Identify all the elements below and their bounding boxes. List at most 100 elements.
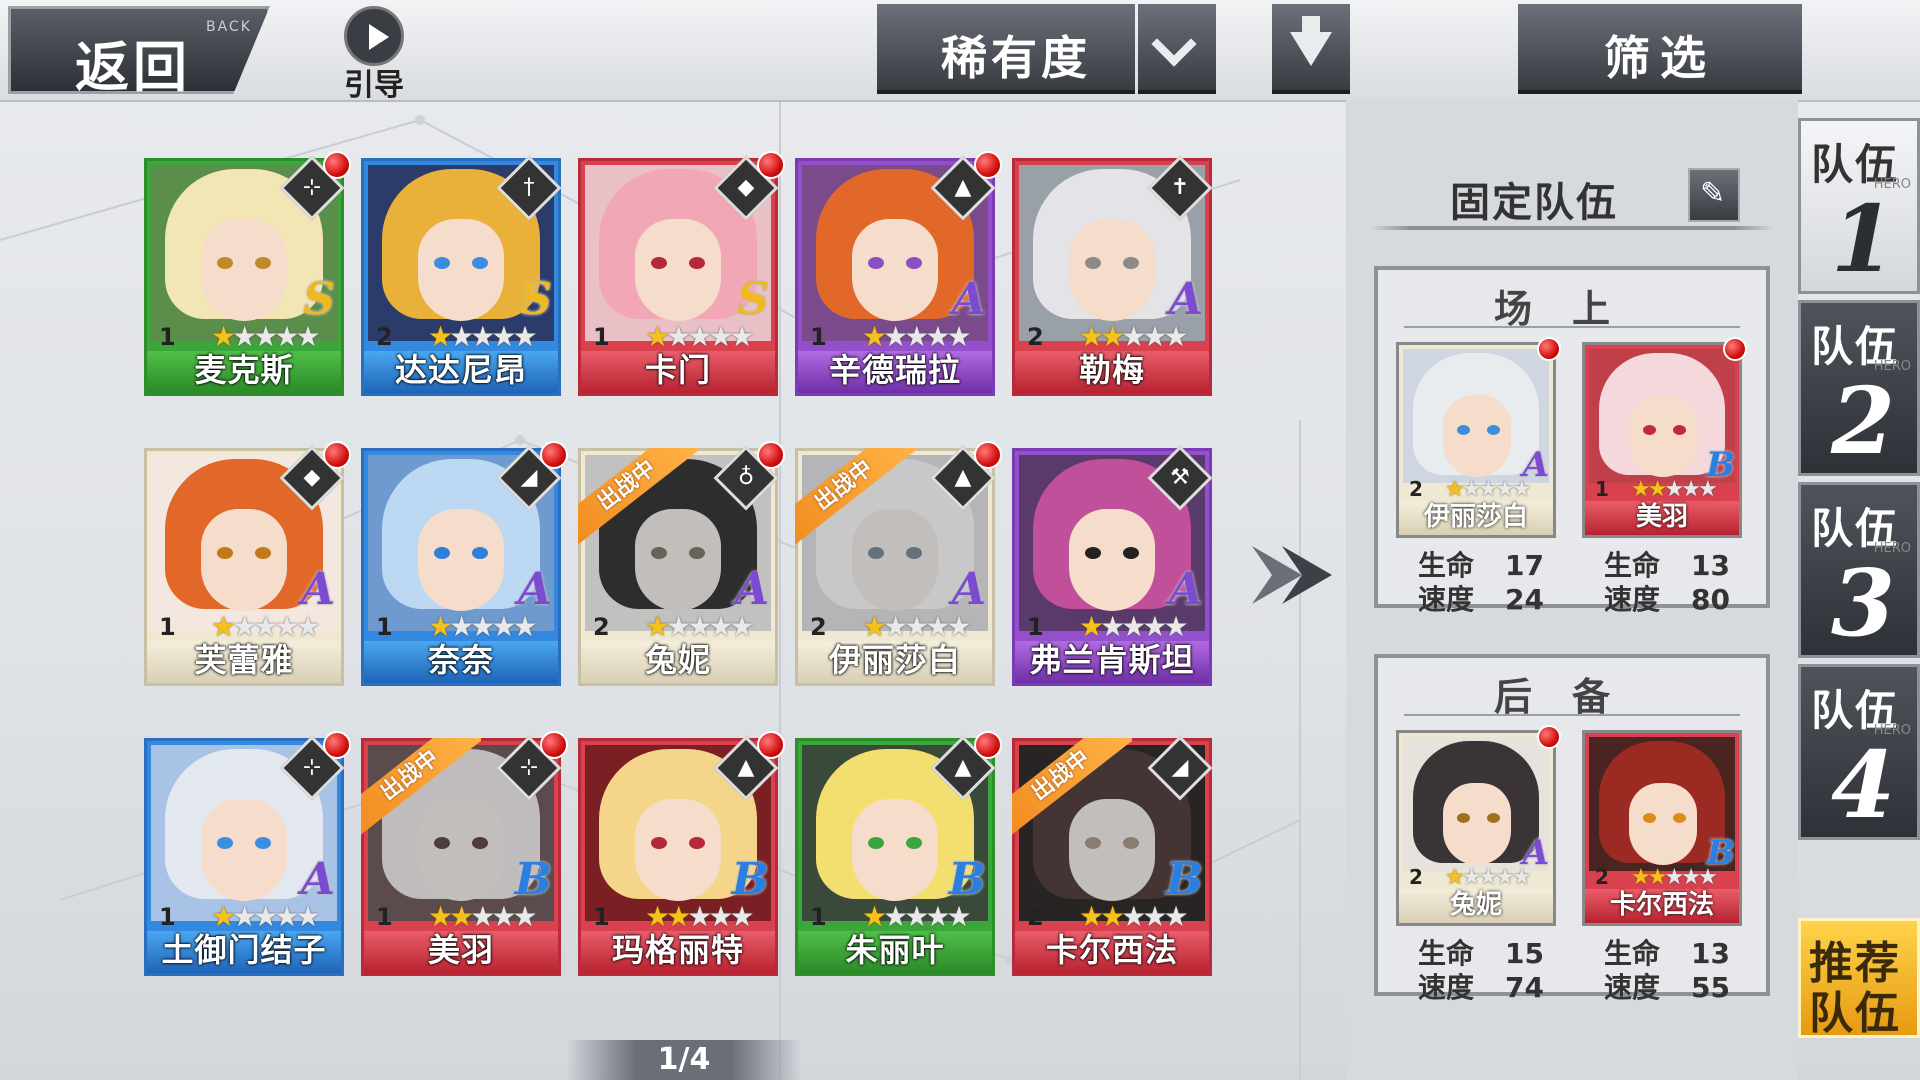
hero-card[interactable]: ⊹ B 1 ★★★★★ 美羽 出战中 — [361, 731, 568, 976]
hero-name: 奈奈 — [427, 641, 494, 679]
hero-name: 玛格丽特 — [611, 931, 744, 969]
pencil-icon: ✎ — [1700, 176, 1726, 211]
tab-number: 3 — [1831, 549, 1896, 657]
hero-name: 卡尔西法 — [1609, 890, 1714, 920]
hero-name: 美羽 — [1635, 502, 1688, 532]
hero-card[interactable]: ◢ B 2 ★★★★★ 卡尔西法 出战中 — [1012, 735, 1213, 976]
speed-stat: 速度 80 — [1604, 583, 1730, 616]
notification-dot-icon — [757, 441, 785, 469]
deployed-ribbon: 出战中 — [578, 448, 698, 568]
notification-dot-icon — [757, 151, 785, 179]
arrow-down-icon — [1302, 16, 1320, 32]
panel-title: 固定队伍 — [1450, 180, 1618, 226]
hero-name: 卡尔西法 — [1045, 931, 1178, 969]
reserve-box: 后备 A 2 ★★★★★ 兔妮 生命 15 速度 74 B 2 ★★★★★ 卡尔西法 生命 13 速度 55 — [1374, 654, 1770, 1004]
hero-name: 伊丽莎白 — [828, 641, 961, 679]
team-tab-2[interactable]: 队伍 HERO 2 — [1798, 300, 1920, 476]
team-member-card[interactable]: B 2 ★★★★★ 卡尔西法 — [1582, 730, 1742, 926]
sort-label: 稀有度 — [941, 31, 1091, 85]
grade-badge: A — [517, 564, 552, 615]
hero-card[interactable]: ◆ S 1 ★★★★★ 卡门 — [578, 151, 785, 396]
hero-card[interactable]: ⊹ S 1 ★★★★★ 麦克斯 — [144, 151, 351, 396]
page-indicator: 1/4 — [566, 1040, 802, 1080]
hero-name: 朱丽叶 — [845, 931, 945, 969]
grade-badge: A — [300, 854, 335, 905]
hero-name: 土御门结子 — [161, 931, 327, 969]
hero-name: 伊丽莎白 — [1423, 502, 1528, 532]
back-label: 返回 — [75, 36, 191, 99]
grade-badge: A — [951, 564, 986, 615]
speed-stat: 速度 55 — [1604, 971, 1730, 1004]
grade-badge: A — [1168, 564, 1203, 615]
hero-name: 兔妮 — [644, 641, 711, 679]
play-icon — [344, 6, 404, 66]
edit-team-button[interactable]: ✎ — [1688, 168, 1740, 222]
grade-badge: A — [300, 564, 335, 615]
team-tab-3[interactable]: 队伍 HERO 3 — [1798, 482, 1920, 658]
tab-number: 1 — [1831, 185, 1896, 293]
panel-divider — [1370, 226, 1774, 230]
sort-order-button[interactable] — [1272, 4, 1350, 94]
notification-dot-icon — [1537, 337, 1561, 361]
hero-card[interactable]: ▲ A 1 ★★★★★ 辛德瑞拉 — [795, 151, 1002, 396]
team-member-card[interactable]: A 2 ★★★★★ 兔妮 — [1396, 725, 1561, 926]
grade-badge: S — [520, 274, 552, 325]
back-sublabel: BACK — [206, 19, 252, 35]
hero-card[interactable]: ▲ A 2 ★★★★★ 伊丽莎白 出战中 — [795, 441, 1002, 686]
speed-stat: 速度 24 — [1418, 583, 1544, 616]
hero-name: 麦克斯 — [194, 351, 294, 389]
guide-label: 引导 — [344, 68, 404, 103]
onfield-title: 场上 — [1493, 287, 1650, 331]
grade-badge: S — [303, 274, 335, 325]
notification-dot-icon — [974, 441, 1002, 469]
top-bar: 返回 BACK 引导 稀有度 筛选 — [0, 0, 1920, 103]
transfer-arrow-icon — [1252, 546, 1332, 604]
notification-dot-icon — [757, 731, 785, 759]
notification-dot-icon — [323, 731, 351, 759]
hero-card[interactable]: ◆ A 1 ★★★★★ 芙蕾雅 — [144, 441, 351, 686]
hero-card[interactable]: ▲ B 1 ★★★★★ 朱丽叶 — [795, 731, 1002, 976]
notification-dot-icon — [323, 441, 351, 469]
hero-name: 芙蕾雅 — [194, 641, 294, 679]
team-tab-4[interactable]: 队伍 HERO 4 — [1798, 664, 1920, 840]
grade-badge: B — [514, 854, 552, 905]
filter-button[interactable]: 筛选 — [1518, 4, 1802, 94]
hero-name: 卡门 — [644, 351, 711, 389]
recommend-label-2: 队伍 — [1809, 988, 1901, 1039]
deployed-ribbon: 出战中 — [1012, 738, 1132, 858]
notification-dot-icon — [974, 151, 1002, 179]
notification-dot-icon — [540, 441, 568, 469]
hero-card[interactable]: ▲ B 1 ★★★★★ 玛格丽特 — [578, 731, 785, 976]
filter-label: 筛选 — [1604, 31, 1716, 85]
chevron-down-icon — [1151, 21, 1197, 67]
hero-card[interactable]: ⚒ A 1 ★★★★★ 弗兰肯斯坦 — [1012, 445, 1213, 686]
team-member-card[interactable]: A 2 ★★★★★ 伊丽莎白 — [1396, 337, 1561, 538]
hero-name: 美羽 — [427, 931, 494, 969]
hero-name: 辛德瑞拉 — [828, 351, 961, 389]
sort-dropdown-button[interactable] — [1138, 4, 1216, 94]
team-member-card[interactable]: B 1 ★★★★★ 美羽 — [1582, 337, 1747, 538]
grade-badge: B — [948, 854, 986, 905]
hero-card[interactable]: ✝ A 2 ★★★★★ 勒梅 — [1012, 155, 1213, 396]
recommend-team-button[interactable]: 推荐 队伍 — [1798, 918, 1920, 1039]
team-tab-1[interactable]: 队伍 HERO 1 — [1798, 118, 1920, 294]
hero-card[interactable]: † S 2 ★★★★★ 达达尼昂 — [361, 155, 562, 396]
notification-dot-icon — [1537, 725, 1561, 749]
reserve-title: 后备 — [1493, 675, 1650, 719]
grade-badge: B — [731, 854, 769, 905]
notification-dot-icon — [1723, 337, 1747, 361]
hero-name: 兔妮 — [1449, 890, 1502, 920]
hero-card[interactable]: ♁ A 2 ★★★★★ 兔妮 出战中 — [578, 441, 785, 686]
tab-number: 4 — [1831, 731, 1896, 839]
guide-button[interactable]: 引导 — [334, 6, 414, 103]
page-number: 1/4 — [657, 1042, 711, 1077]
notification-dot-icon — [323, 151, 351, 179]
grade-badge: B — [1165, 854, 1203, 905]
sort-rarity-button[interactable]: 稀有度 — [877, 4, 1135, 94]
notification-dot-icon — [540, 731, 568, 759]
deployed-ribbon: 出战中 — [361, 738, 481, 858]
hero-card[interactable]: ◢ A 1 ★★★★★ 奈奈 — [361, 441, 568, 686]
back-button[interactable]: 返回 BACK — [8, 6, 270, 94]
grade-badge: A — [734, 564, 769, 615]
hero-card[interactable]: ⊹ A 1 ★★★★★ 土御门结子 — [144, 731, 351, 976]
